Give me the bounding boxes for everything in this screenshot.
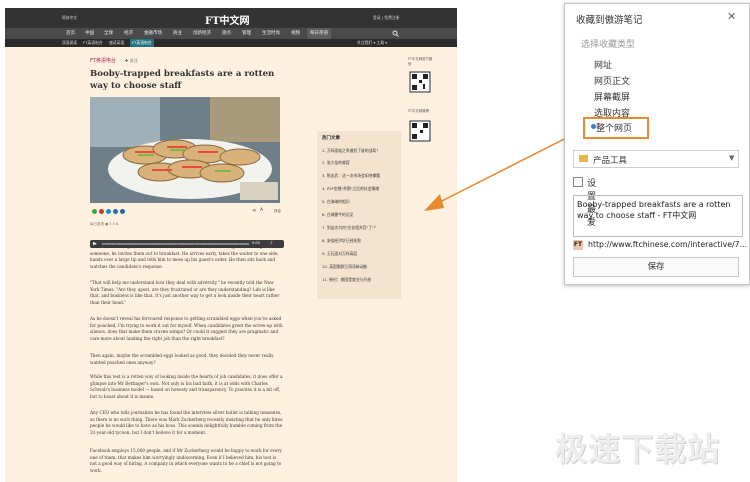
option-whole-page-label: 整个网页 bbox=[596, 124, 633, 134]
note-title-input[interactable]: Booby-trapped breakfasts are a rotten wa… bbox=[573, 195, 743, 237]
option-url[interactable]: 网址 bbox=[594, 58, 612, 71]
save-button[interactable]: 保存 bbox=[573, 257, 739, 277]
option-whole-page[interactable]: 整个网页 bbox=[583, 117, 649, 139]
page-url: http://www.ftchinese.com/interactive/7..… bbox=[588, 240, 748, 249]
folder-icon bbox=[579, 155, 588, 162]
option-screenshot[interactable]: 屏幕截屏 bbox=[594, 90, 630, 103]
chevron-down-icon[interactable]: ▼ bbox=[729, 154, 734, 162]
save-to-note-dialog: 收藏到傲游笔记 ✕ 选择收藏类型 网址 网页正文 屏幕截屏 选取内容 整个网页 … bbox=[564, 3, 750, 285]
dialog-title: 收藏到傲游笔记 bbox=[576, 15, 643, 26]
folder-label: 产品工具 bbox=[593, 156, 628, 166]
folder-dropdown[interactable]: 产品工具 ▼ bbox=[573, 150, 739, 168]
type-header: 选择收藏类型 bbox=[581, 40, 636, 50]
option-page-body[interactable]: 网页正文 bbox=[594, 74, 630, 87]
set-favorite-checkbox[interactable] bbox=[573, 177, 583, 187]
close-icon[interactable]: ✕ bbox=[727, 10, 736, 23]
site-watermark: 极速下载站 bbox=[555, 430, 721, 468]
ft-favicon-icon: FT bbox=[573, 240, 583, 250]
